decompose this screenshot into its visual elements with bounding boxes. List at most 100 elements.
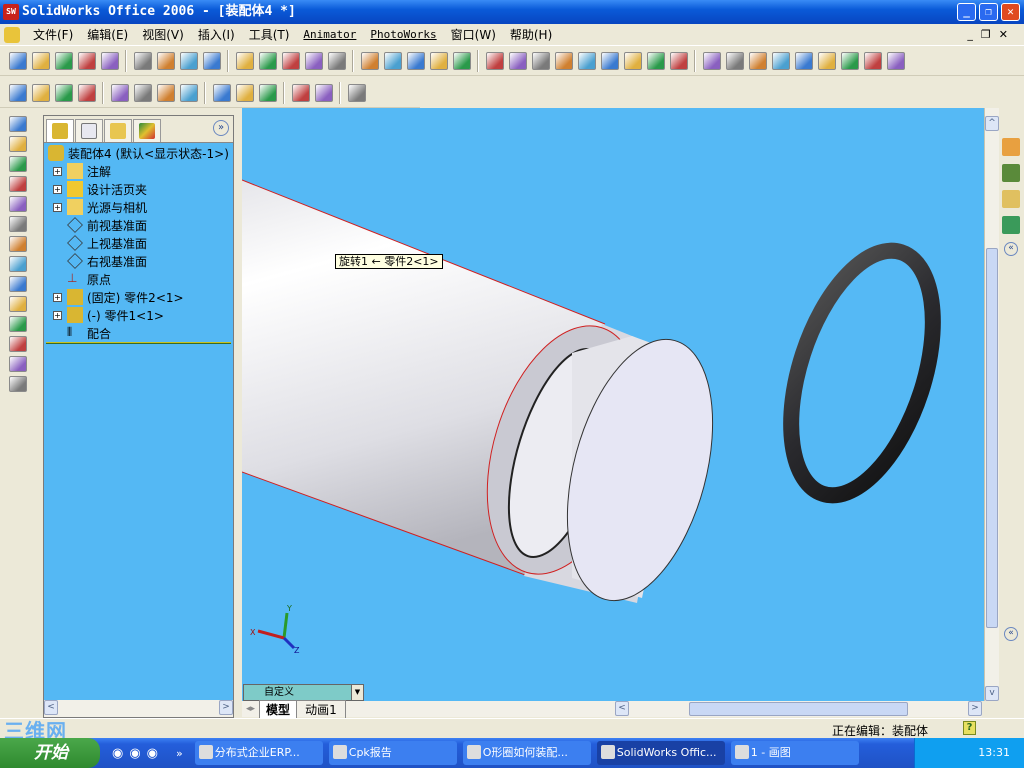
move-icon[interactable] — [9, 236, 27, 252]
new-icon[interactable] — [8, 51, 27, 70]
feature-icon[interactable] — [212, 83, 231, 102]
edit-component-icon[interactable] — [258, 83, 277, 102]
mate-icon[interactable] — [31, 83, 50, 102]
model-view[interactable]: Y X Z — [242, 108, 984, 701]
shadows-icon[interactable] — [817, 51, 836, 70]
doc-window-controls[interactable]: _❐✕ — [967, 28, 1016, 41]
tree-item[interactable]: + 设计活页夹 — [44, 180, 233, 198]
move-component-icon[interactable] — [54, 83, 73, 102]
tab-property-manager[interactable] — [75, 119, 103, 142]
tab-display-manager[interactable] — [133, 119, 161, 142]
minimize-button[interactable]: _ — [957, 3, 976, 21]
new-part-icon[interactable] — [9, 116, 27, 132]
realview-icon[interactable] — [840, 51, 859, 70]
pan-icon[interactable] — [623, 51, 642, 70]
menu-insert[interactable]: 插入(I) — [191, 26, 242, 43]
zoom-to-page-icon[interactable] — [156, 51, 175, 70]
menu-edit[interactable]: 编辑(E) — [80, 26, 135, 43]
viewport-hscrollbar[interactable]: < > — [615, 701, 982, 717]
expand-icon[interactable]: + — [53, 310, 62, 320]
assembly-doc-icon[interactable] — [4, 26, 20, 43]
tree-item[interactable]: ⫴ 配合 — [44, 324, 233, 342]
assembly-features-icon[interactable] — [291, 83, 310, 102]
tree-item[interactable]: 上视基准面 — [44, 234, 233, 252]
menu-window[interactable]: 窗口(W) — [444, 26, 503, 43]
rotate-component-icon[interactable] — [77, 83, 96, 102]
close-button[interactable]: ✕ — [1001, 3, 1020, 21]
tab-animation1[interactable]: 动画1 — [297, 699, 346, 719]
select-icon[interactable] — [235, 51, 254, 70]
zoom-area-icon[interactable] — [531, 51, 550, 70]
tree-item[interactable]: + 光源与相机 — [44, 198, 233, 216]
collapse-right-icon[interactable]: « — [1004, 627, 1018, 641]
grid-icon[interactable] — [327, 51, 346, 70]
viewport-vscrollbar[interactable]: ^ v — [984, 108, 999, 701]
bricks-icon[interactable] — [360, 51, 379, 70]
section-icon[interactable] — [863, 51, 882, 70]
zoom-selection-icon[interactable] — [577, 51, 596, 70]
hidden-lines-icon[interactable] — [725, 51, 744, 70]
menu-file[interactable]: 文件(F) — [26, 26, 80, 43]
rotate-icon[interactable] — [9, 256, 27, 272]
expand-icon[interactable]: + — [53, 166, 62, 176]
expand-icon[interactable]: + — [53, 292, 62, 302]
rollback-bar[interactable] — [46, 342, 231, 344]
traffic-light-icon[interactable] — [304, 51, 323, 70]
tree-item[interactable]: 右视基准面 — [44, 252, 233, 270]
tree-item[interactable]: + (固定) 零件2<1> — [44, 288, 233, 306]
help-icon[interactable]: ? — [963, 721, 976, 735]
simulation-icon[interactable] — [9, 336, 27, 352]
zoom-fit-icon[interactable] — [508, 51, 527, 70]
hide-icon[interactable] — [9, 156, 27, 172]
properties-icon[interactable] — [429, 51, 448, 70]
hide-show-icon[interactable] — [235, 83, 254, 102]
explode-icon[interactable] — [133, 83, 152, 102]
display-style-icon[interactable] — [669, 51, 688, 70]
quick-launch-icons[interactable]: ◉◉◉ — [112, 746, 164, 761]
expand-icon[interactable]: + — [53, 184, 62, 194]
hidden-removed-icon[interactable] — [748, 51, 767, 70]
tree-item[interactable]: 前视基准面 — [44, 216, 233, 234]
explode-sketch-icon[interactable] — [9, 296, 27, 312]
smart-fasteners-icon[interactable] — [9, 216, 27, 232]
tree-root[interactable]: 装配体4 (默认<显示状态-1>) — [44, 144, 233, 162]
expand-icon[interactable]: + — [53, 202, 62, 212]
tab-scroll-arrows[interactable]: ◂▸ — [246, 704, 255, 714]
tab-configuration-manager[interactable] — [104, 119, 132, 142]
chevron-down-icon[interactable]: ▼ — [351, 685, 363, 700]
help-icon[interactable] — [452, 51, 471, 70]
mate-icon[interactable] — [9, 196, 27, 212]
open-icon[interactable] — [31, 51, 50, 70]
configuration-select[interactable]: 自定义 ▼ — [243, 684, 364, 701]
sketch-icon[interactable] — [281, 51, 300, 70]
view-orientation-icon[interactable] — [646, 51, 665, 70]
select-filter-icon[interactable] — [258, 51, 277, 70]
file-explorer-icon[interactable] — [1002, 190, 1020, 208]
taskbar-task[interactable]: Cpk报告 — [328, 741, 457, 765]
shaft-part[interactable] — [242, 179, 738, 617]
feature-tree-hscrollbar[interactable]: < > — [44, 700, 233, 717]
taskbar-task[interactable]: 分布式企业ERP... — [194, 741, 323, 765]
smart-fasteners-icon[interactable] — [110, 83, 129, 102]
options-icon[interactable] — [100, 51, 119, 70]
tree-item[interactable]: + 注解 — [44, 162, 233, 180]
redo-icon[interactable] — [202, 51, 221, 70]
quick-launch-more[interactable]: » — [176, 747, 183, 760]
print-preview-icon[interactable] — [77, 51, 96, 70]
scroll-thumb[interactable] — [986, 248, 998, 628]
expand-panel-button[interactable]: » — [213, 120, 229, 136]
save-icon[interactable] — [54, 51, 73, 70]
title-bar[interactable]: SW SolidWorks Office 2006 - [装配体4 *] _ ❐… — [0, 0, 1024, 24]
perspective-icon[interactable] — [886, 51, 905, 70]
toggle-2-icon[interactable] — [9, 376, 27, 392]
shaded-icon[interactable] — [794, 51, 813, 70]
show-icon[interactable] — [9, 176, 27, 192]
undo-icon[interactable] — [179, 51, 198, 70]
start-button[interactable]: 开始 — [0, 738, 100, 768]
menu-photoworks[interactable]: PhotoWorks — [363, 28, 443, 41]
restore-button[interactable]: ❐ — [979, 3, 998, 21]
graphics-viewport[interactable]: Y X Z 旋转1 ← 零件2<1> 自定义 ▼ — [242, 108, 984, 701]
tree-item[interactable]: + (-) 零件1<1> — [44, 306, 233, 324]
rotate-icon[interactable] — [600, 51, 619, 70]
home-icon[interactable] — [1002, 138, 1020, 156]
